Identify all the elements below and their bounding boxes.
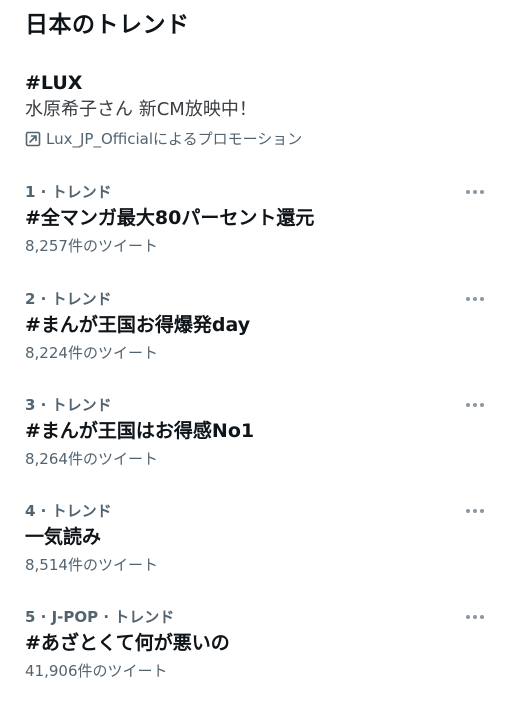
trend-tweet-count: 8,514件のツイート [25, 556, 158, 574]
trend-item[interactable]: 2 · トレンド #まんが王国お得爆発day 8,224件のツイート [0, 288, 512, 394]
trend-tweet-count: 41,906件のツイート [25, 662, 168, 680]
more-options-button[interactable] [464, 394, 486, 416]
more-options-button[interactable] [464, 500, 486, 522]
more-dots-icon [466, 509, 484, 513]
promoted-text: 水原希子さん 新CM放映中！ [25, 99, 257, 120]
more-options-button[interactable] [464, 181, 486, 203]
trend-item[interactable]: 3 · トレンド #まんが王国はお得感No1 8,264件のツイート [0, 394, 512, 500]
promoted-trend[interactable]: #LUX 水原希子さん 新CM放映中！ Lux_JP_Officialによるプロ… [0, 62, 512, 162]
trend-name: #あざとくて何が悪いの [25, 632, 230, 654]
promoted-by: Lux_JP_Officialによるプロモーション [25, 128, 302, 150]
trend-name: #全マンガ最大80パーセント還元 [25, 207, 315, 229]
page-title: 日本のトレンド [25, 12, 190, 38]
trend-item[interactable]: 1 · トレンド #全マンガ最大80パーセント還元 8,257件のツイート [0, 181, 512, 287]
trend-meta: 4 · トレンド [25, 502, 112, 520]
trend-item[interactable]: 4 · トレンド 一気読み 8,514件のツイート [0, 500, 512, 606]
promoted-by-label: Lux_JP_Officialによるプロモーション [46, 130, 303, 148]
more-options-button[interactable] [464, 288, 486, 310]
more-dots-icon [466, 190, 484, 194]
trend-name: #まんが王国お得爆発day [25, 314, 251, 336]
trends-panel: 日本のトレンド #LUX 水原希子さん 新CM放映中！ Lux_JP_Offic… [0, 0, 512, 680]
more-dots-icon [466, 403, 484, 407]
trend-name: #まんが王国はお得感No1 [25, 420, 255, 442]
more-options-button[interactable] [464, 606, 486, 628]
trend-meta: 2 · トレンド [25, 290, 112, 308]
trend-meta: 1 · トレンド [25, 183, 112, 201]
promoted-hashtag: #LUX [25, 72, 83, 94]
trend-tweet-count: 8,264件のツイート [25, 450, 158, 468]
more-dots-icon [466, 297, 484, 301]
trend-meta: 5 · J-POP · トレンド [25, 608, 175, 626]
trend-tweet-count: 8,224件のツイート [25, 344, 158, 362]
trend-meta: 3 · トレンド [25, 396, 112, 414]
trend-tweet-count: 8,257件のツイート [25, 237, 158, 255]
trend-item[interactable]: 5 · J-POP · トレンド #あざとくて何が悪いの 41,906件のツイー… [0, 606, 512, 712]
more-dots-icon [466, 615, 484, 619]
promoted-arrow-icon [25, 131, 41, 147]
trend-name: 一気読み [25, 526, 102, 548]
